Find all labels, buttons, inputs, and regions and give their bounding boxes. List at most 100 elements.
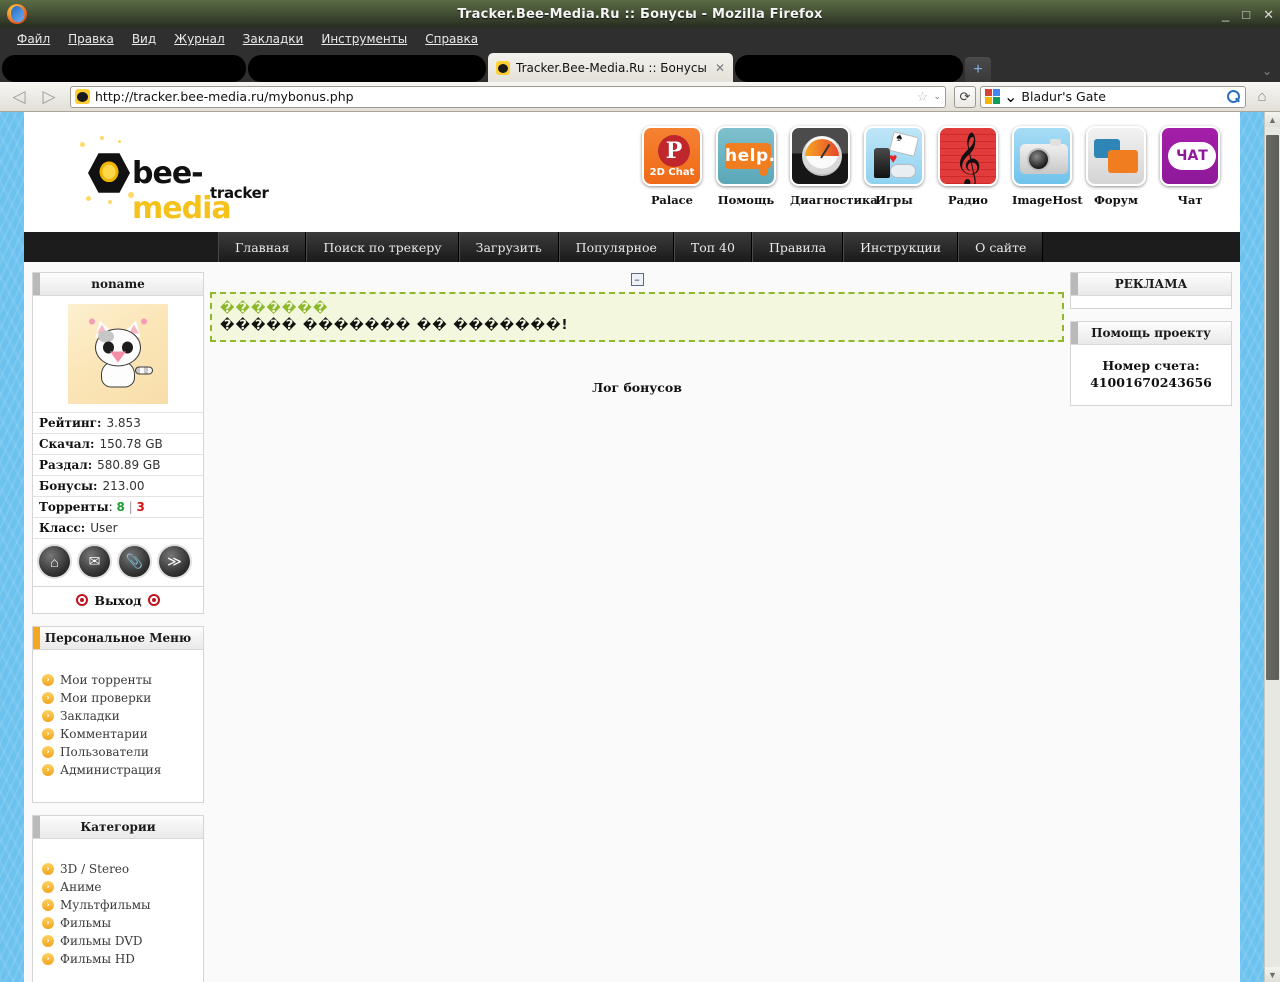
sidebar-item-users[interactable]: Пользователи [60,745,149,759]
scroll-down-arrow-icon[interactable]: ▼ [1265,967,1280,982]
site-header: bee-media tracker P 2D Chat Palace help.… [24,112,1240,232]
list-item[interactable]: › Мои проверки [33,689,203,707]
list-item[interactable]: › Мои торренты [33,671,203,689]
bookmark-star-icon[interactable]: ☆ [917,89,929,105]
paperclip-icon[interactable]: 📎 [116,543,153,580]
quicklink-imagehost[interactable]: ImageHost [1012,126,1083,207]
category-item-movies-hd[interactable]: Фильмы HD [60,952,135,966]
quicklink-palace[interactable]: P 2D Chat Palace [642,126,702,207]
list-item[interactable]: › Фильмы DVD [33,932,203,950]
browser-tab-2[interactable] [248,55,486,82]
scroll-up-arrow-icon[interactable]: ▲ [1265,112,1280,127]
nav-item-search[interactable]: Поиск по трекеру [306,232,459,262]
quicklink-games[interactable]: ♥ Игры [864,126,924,207]
search-icon[interactable] [1226,89,1241,104]
nav-item-about[interactable]: О сайте [958,232,1044,262]
scrollbar-thumb[interactable] [1266,135,1279,680]
list-item[interactable]: › Фильмы HD [33,950,203,968]
target-right-icon [147,594,160,606]
list-item[interactable]: › Комментарии [33,725,203,743]
site-logo[interactable]: bee-media tracker [80,134,280,226]
quicklink-forum[interactable]: Форум [1086,126,1146,207]
games-heart-glyph: ♥ [889,150,898,166]
bullet-arrow-icon: › [42,863,54,875]
sidebar-item-my-checks[interactable]: Мои проверки [60,691,151,705]
tab-favicon-bee-icon [496,60,510,75]
reload-button[interactable]: ⟳ [954,85,976,108]
quicklink-chat[interactable]: ЧАТ Чат [1160,126,1220,207]
list-item[interactable]: › 3D / Stereo [33,860,203,878]
list-item[interactable]: › Мультфильмы [33,896,203,914]
maximize-button[interactable]: □ [1242,8,1250,21]
category-item-3d-stereo[interactable]: 3D / Stereo [60,862,129,876]
nav-item-upload[interactable]: Загрузить [458,232,559,262]
sidebar-item-administration[interactable]: Администрация [60,763,161,777]
category-item-movies-dvd[interactable]: Фильмы DVD [60,934,143,948]
menu-help[interactable]: Справка [416,30,487,48]
back-button[interactable]: ◁ [6,86,32,108]
url-dropdown-chevron-down-icon[interactable]: ⌄ [933,91,941,102]
browser-tab-4[interactable] [735,55,963,82]
account-number: 41001670243656 [1090,375,1212,390]
quicklink-diagnostics[interactable]: Диагностика [790,126,878,207]
scrollbar-track[interactable] [1265,127,1280,967]
search-bar[interactable]: ⌄ Bladur's Gate [980,85,1246,108]
sidebar-item-my-torrents[interactable]: Мои торренты [60,673,152,687]
title-bar: Tracker.Bee-Media.Ru :: Бонусы - Mozilla… [0,0,1280,28]
target-left-icon [76,594,89,606]
menu-bookmarks[interactable]: Закладки [234,30,313,48]
menu-view[interactable]: Вид [123,30,165,48]
list-item[interactable]: › Пользователи [33,743,203,761]
forward-button[interactable]: ▷ [36,86,62,108]
collapse-button[interactable]: – [630,273,644,286]
search-input[interactable]: Bladur's Gate [1021,89,1222,104]
nav-item-home[interactable]: Главная [218,232,307,262]
tab-list-chevron-down-icon[interactable]: ⌄ [1262,64,1272,78]
announcement-line-1: ������� [220,301,329,316]
personal-menu-title: Персональное Меню [33,627,203,650]
home-icon[interactable]: ⌂ [36,543,73,580]
close-button[interactable]: ✕ [1263,8,1274,21]
url-bar[interactable]: http://tracker.bee-media.ru/mybonus.php … [70,85,946,108]
sidebar-item-comments[interactable]: Комментарии [60,727,148,741]
menu-edit[interactable]: Правка [59,30,123,48]
nav-item-popular[interactable]: Популярное [558,232,674,262]
stat-uploaded-value: 580.89 GB [97,458,161,472]
list-item[interactable]: › Фильмы [33,914,203,932]
list-item[interactable]: › Аниме [33,878,203,896]
category-item-anime[interactable]: Аниме [60,880,102,894]
cat-avatar-icon [86,318,153,392]
browser-tab-1[interactable] [2,55,246,82]
stat-uploaded-label: Раздал: [39,458,93,472]
page-scrollbar[interactable]: ▲ ▼ [1264,112,1280,982]
url-input[interactable]: http://tracker.bee-media.ru/mybonus.php [95,89,912,104]
page-title: Лог бонусов [592,380,682,395]
category-item-cartoons[interactable]: Мультфильмы [60,898,151,912]
menu-history[interactable]: Журнал [165,30,234,48]
list-item[interactable]: › Закладки [33,707,203,725]
sidebar-item-bookmarks[interactable]: Закладки [60,709,120,723]
new-tab-button[interactable]: + [965,57,991,82]
nav-item-top40[interactable]: Топ 40 [673,232,752,262]
rss-icon[interactable]: ≫ [156,543,193,580]
logout-row[interactable]: Выход [33,586,203,613]
menu-file[interactable]: Файл [8,30,59,48]
browser-tab-3-active[interactable]: Tracker.Bee-Media.Ru :: Бонусы ✕ [488,53,733,82]
mail-icon[interactable]: ✉ [76,543,113,580]
search-engine-chevron-down-icon[interactable]: ⌄ [1004,87,1017,107]
nav-item-rules[interactable]: Правила [751,232,844,262]
account-label: Номер счета: [1102,358,1200,373]
list-item[interactable]: › Администрация [33,761,203,779]
category-item-movies[interactable]: Фильмы [60,916,111,930]
quicklink-help[interactable]: help. Помощь [716,126,776,207]
tab-3-close-icon[interactable]: ✕ [715,61,725,75]
menu-tools[interactable]: Инструменты [312,30,416,48]
window-title: Tracker.Bee-Media.Ru :: Бонусы - Mozilla… [457,6,823,22]
quicklink-radio[interactable]: 𝄞 Радио [938,126,998,207]
announcement-box: ������� ����� ������� �� �������! [210,292,1064,342]
bullet-arrow-icon: › [42,728,54,740]
avatar[interactable] [68,304,168,404]
nav-item-instructions[interactable]: Инструкции [843,232,959,262]
home-button[interactable]: ⌂ [1250,86,1274,108]
minimize-button[interactable]: _ [1222,8,1229,21]
